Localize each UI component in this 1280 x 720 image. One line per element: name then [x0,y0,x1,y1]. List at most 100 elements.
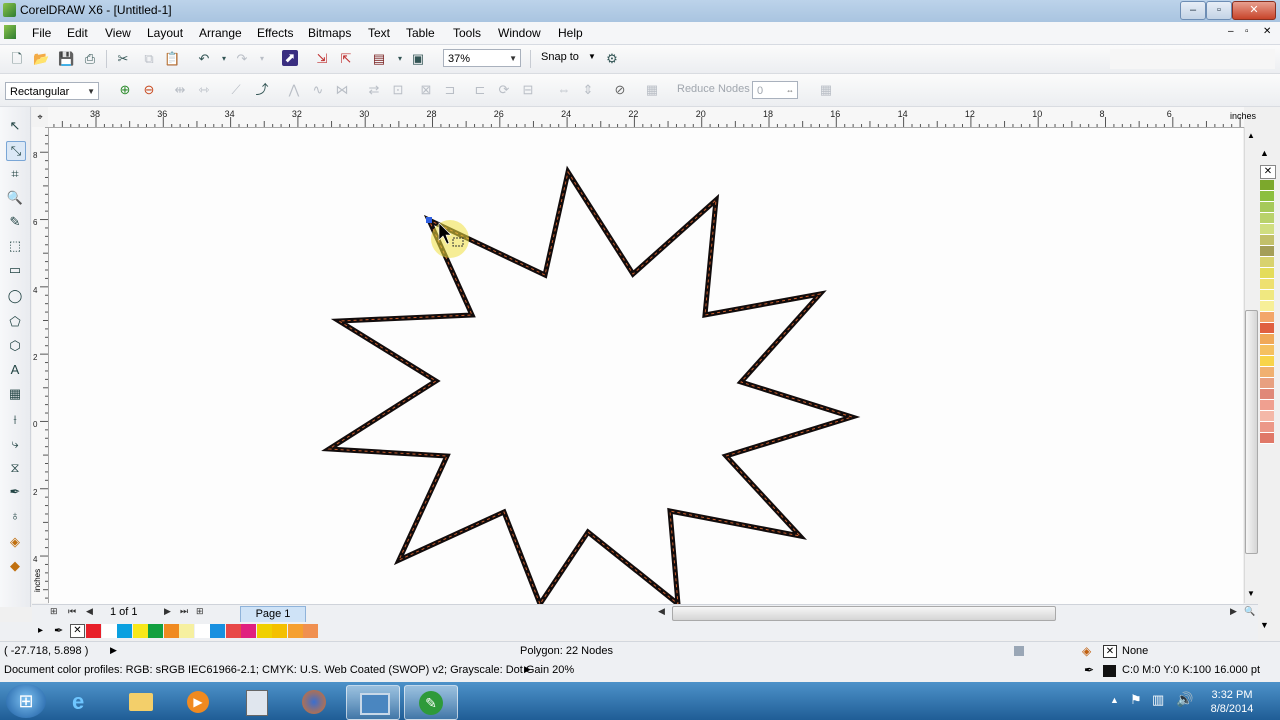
menu-table[interactable]: Table [406,26,435,40]
taskbar-calculator[interactable] [230,685,282,718]
scroll-right-icon[interactable]: ▶ [1230,606,1237,617]
menu-help[interactable]: Help [558,26,583,40]
palette-swatch[interactable] [1260,246,1274,257]
palette-swatch[interactable] [1260,389,1274,400]
shape-tool-icon[interactable]: ⤡ [6,141,26,161]
last-page-icon[interactable]: ⏭ [180,606,188,617]
palette-swatch[interactable] [1260,202,1274,213]
menu-arrange[interactable]: Arrange [199,26,242,40]
redo-dropdown-icon[interactable]: ▾ [254,51,270,67]
launcher-dropdown-icon[interactable]: ▾ [392,51,408,67]
taskbar-firefox[interactable] [288,685,340,718]
palette-swatch[interactable] [1260,345,1274,356]
undo-dropdown-icon[interactable]: ▾ [216,51,232,67]
scroll-down-icon[interactable]: ▼ [1247,589,1255,598]
eyedropper-icon[interactable]: ✒ [54,624,63,637]
mirror-horizontal-icon[interactable]: ⊟ [520,82,536,98]
menu-tools[interactable]: Tools [453,26,481,40]
status-options-icon[interactable] [1014,646,1024,656]
vertical-scroll-thumb[interactable] [1245,310,1258,554]
system-clock[interactable]: 3:32 PM 8/8/2014 [1200,688,1264,716]
document-color-swatch[interactable] [272,624,287,638]
symmetrical-node-icon[interactable]: ⋈ [334,82,350,98]
navigator-icon[interactable]: 🔍 [1244,606,1255,617]
reverse-direction-icon[interactable]: ⇄ [366,82,382,98]
connector-tool-icon[interactable]: ⤷ [6,435,24,453]
open-icon[interactable]: 📂 [33,51,49,67]
doc-close-button[interactable]: ✕ [1263,26,1271,37]
taskbar-internet-explorer[interactable]: e [58,685,110,718]
paste-icon[interactable]: 📋 [164,51,180,67]
crop-tool-icon[interactable]: ⌗ [6,165,24,183]
document-color-swatch[interactable] [303,624,318,638]
to-line-icon[interactable]: ⟋ [228,82,244,98]
document-color-swatch[interactable] [241,624,256,638]
palette-swatch[interactable] [1260,257,1274,268]
taskbar-coreldraw[interactable]: ✎ [404,685,458,720]
document-icon[interactable] [4,25,16,39]
palette-scroll-up-icon[interactable]: ▲ [1260,148,1269,158]
new-icon[interactable]: 🗋 [9,51,25,67]
redo-icon[interactable]: ↷ [234,51,250,67]
volume-icon[interactable]: 🔊 [1176,691,1193,708]
next-page-icon[interactable]: ▶ [164,606,171,617]
taskbar-file-explorer[interactable] [115,685,167,718]
text-tool-icon[interactable]: A [6,361,24,379]
action-center-icon[interactable]: ⚑ [1130,692,1142,708]
first-page-icon[interactable]: ⏮ [68,606,76,617]
extract-subpath-icon[interactable]: ⊠ [418,82,434,98]
status-expand-icon[interactable]: ▶ [110,645,117,656]
table-tool-icon[interactable]: ▦ [6,385,24,403]
document-color-swatch[interactable] [225,624,241,638]
no-color-swatch[interactable]: ✕ [1260,165,1276,179]
undo-icon[interactable]: ↶ [196,51,212,67]
elastic-mode-icon[interactable]: ⇕ [580,82,596,98]
polygon-tool-icon[interactable]: ⬠ [6,313,24,331]
options-icon[interactable]: ⚙ [604,51,620,67]
selected-node[interactable] [426,217,432,223]
reduce-nodes-button[interactable]: Reduce Nodes [677,83,750,95]
palette-swatch[interactable] [1260,411,1274,422]
drawing-surface[interactable] [49,128,1243,604]
palette-swatch[interactable] [1260,422,1274,433]
document-color-swatch[interactable] [101,624,117,638]
menu-effects[interactable]: Effects [257,26,293,40]
select-all-nodes-icon[interactable]: ⊘ [612,82,628,98]
coreldraw-app-icon[interactable] [3,3,16,17]
dimension-tool-icon[interactable]: ⟊ [6,411,24,429]
stretch-nodes-icon[interactable]: ⊐ [442,82,458,98]
document-color-swatch[interactable] [132,624,148,638]
basic-shapes-tool-icon[interactable]: ⬡ [6,337,24,355]
palette-swatch[interactable] [1260,180,1274,191]
blend-tool-icon[interactable]: ⧖ [6,459,24,477]
mirror-vertical-icon[interactable]: ⇔ [556,82,572,98]
palette-swatch[interactable] [1260,400,1274,411]
selection-mode-select[interactable]: Rectangular ▼ [5,82,99,100]
scroll-left-icon[interactable]: ◀ [658,606,665,617]
page-tab[interactable]: Page 1 [240,606,306,623]
show-hidden-icons[interactable]: ▲ [1110,695,1119,705]
palette-swatch[interactable] [1260,334,1274,345]
outline-tool-icon[interactable]: ♁ [6,507,24,525]
curve-smoothness-input[interactable]: 0 ⇔ [752,81,798,99]
menu-text[interactable]: Text [368,26,390,40]
vertical-ruler[interactable]: 8 6 4 2 0 2 4 [32,127,49,603]
print-icon[interactable]: ⎙ [82,51,98,67]
smooth-node-icon[interactable]: ∿ [310,82,326,98]
document-color-swatch[interactable] [194,624,210,638]
add-node-icon[interactable]: ⊕ [117,82,133,98]
eyedropper-tool-icon[interactable]: ✒ [6,483,24,501]
palette-swatch[interactable] [1260,378,1274,389]
palette-swatch[interactable] [1260,213,1274,224]
menu-bitmaps[interactable]: Bitmaps [308,26,351,40]
ruler-origin[interactable]: ⌖ [32,107,49,128]
close-button[interactable]: ✕ [1232,1,1276,20]
extend-curve-icon[interactable]: ⊡ [390,82,406,98]
break-curve-icon[interactable]: ⇿ [196,82,212,98]
palette-menu-icon[interactable]: ▸ [38,625,43,636]
horizontal-scroll-thumb[interactable] [672,606,1056,621]
ellipse-tool-icon[interactable]: ◯ [6,287,24,305]
copy-icon[interactable]: ⧉ [141,51,157,67]
welcome-screen-icon[interactable]: ▣ [410,51,426,67]
align-nodes-icon[interactable]: ⟳ [496,82,512,98]
